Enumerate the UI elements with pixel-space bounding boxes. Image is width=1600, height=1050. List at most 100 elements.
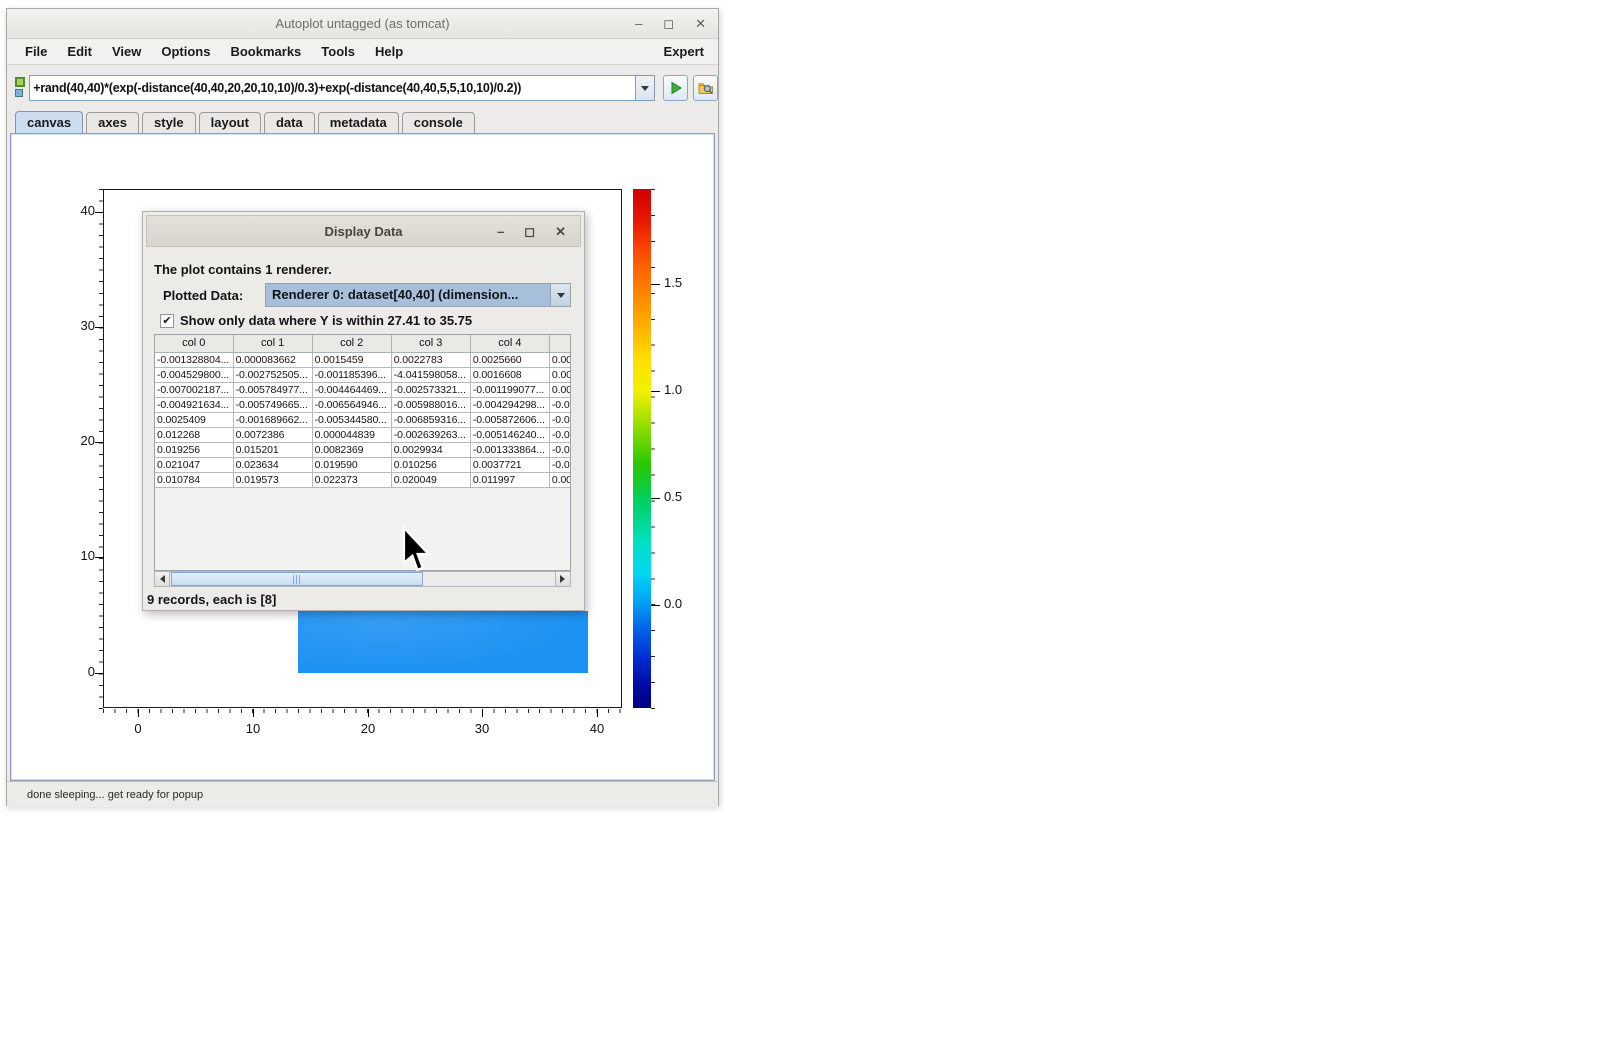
table-cell[interactable]: 0.0016608 xyxy=(470,367,549,382)
table-cell[interactable]: 0.021047 xyxy=(155,457,233,472)
table-row[interactable]: -0.004529800...-0.002752505...-0.0011853… xyxy=(155,367,571,382)
table-row[interactable]: 0.0122680.00723860.000044839-0.002639263… xyxy=(155,427,571,442)
table-cell[interactable]: -0.005344580... xyxy=(312,412,391,427)
tab-data[interactable]: data xyxy=(264,112,315,133)
menu-bookmarks[interactable]: Bookmarks xyxy=(220,44,311,59)
y-filter-checkbox[interactable]: ✔ xyxy=(160,314,174,328)
table-cell[interactable]: -0.004464469... xyxy=(312,382,391,397)
menu-edit[interactable]: Edit xyxy=(57,44,102,59)
menu-file[interactable]: File xyxy=(15,44,57,59)
column-header[interactable] xyxy=(549,335,571,352)
column-header[interactable]: col 1 xyxy=(233,335,312,352)
chevron-down-icon[interactable] xyxy=(635,76,654,100)
close-icon[interactable]: ✕ xyxy=(555,226,566,238)
dialog-titlebar[interactable]: Display Data – ◻ ✕ xyxy=(146,215,581,247)
table-cell[interactable]: 0.00 xyxy=(549,352,571,367)
scrollbar-thumb[interactable] xyxy=(171,572,423,586)
plot-canvas[interactable]: 40 30 20 10 0 0 10 20 30 40 1.5 1.0 0.5 … xyxy=(10,133,715,781)
table-cell[interactable]: -0.0 xyxy=(549,427,571,442)
table-cell[interactable]: 0.0082369 xyxy=(312,442,391,457)
menu-tools[interactable]: Tools xyxy=(311,44,365,59)
chevron-down-icon[interactable] xyxy=(550,284,570,306)
table-cell[interactable]: -0.002639263... xyxy=(391,427,470,442)
table-row[interactable]: 0.0025409-0.001689662...-0.005344580...-… xyxy=(155,412,571,427)
table-cell[interactable]: 0.000083662 xyxy=(233,352,312,367)
column-header[interactable]: col 2 xyxy=(312,335,391,352)
table-cell[interactable]: -0.0 xyxy=(549,457,571,472)
table-cell[interactable]: -0.001328804... xyxy=(155,352,233,367)
table-cell[interactable]: -0.002573321... xyxy=(391,382,470,397)
table-cell[interactable]: -0.006859316... xyxy=(391,412,470,427)
minimize-icon[interactable]: – xyxy=(635,18,642,30)
table-cell[interactable]: 0.00 xyxy=(549,472,571,487)
tab-layout[interactable]: layout xyxy=(199,112,261,133)
table-cell[interactable]: 0.0029934 xyxy=(391,442,470,457)
close-icon[interactable]: ✕ xyxy=(695,18,706,30)
maximize-icon[interactable]: ◻ xyxy=(524,226,535,238)
go-button[interactable] xyxy=(663,75,688,101)
table-cell[interactable]: 0.015201 xyxy=(233,442,312,457)
column-header[interactable]: col 0 xyxy=(155,335,233,352)
minimize-icon[interactable]: – xyxy=(497,226,504,238)
horizontal-scrollbar[interactable] xyxy=(154,571,571,587)
table-cell[interactable]: -0.005988016... xyxy=(391,397,470,412)
table-cell[interactable]: 0.0037721 xyxy=(470,457,549,472)
table-row[interactable]: 0.0192560.0152010.00823690.0029934-0.001… xyxy=(155,442,571,457)
table-cell[interactable]: -0.002752505... xyxy=(233,367,312,382)
scroll-left-button[interactable] xyxy=(155,572,170,586)
menu-options[interactable]: Options xyxy=(151,44,220,59)
table-cell[interactable]: -0.001199077... xyxy=(470,382,549,397)
column-header[interactable]: col 3 xyxy=(391,335,470,352)
table-cell[interactable]: 0.000044839 xyxy=(312,427,391,442)
uri-combobox[interactable]: +rand(40,40)*(exp(-distance(40,40,20,20,… xyxy=(29,75,655,101)
table-cell[interactable]: -0.004529800... xyxy=(155,367,233,382)
scrollbar-track[interactable] xyxy=(170,572,555,586)
table-row[interactable]: -0.004921634...-0.005749665...-0.0065649… xyxy=(155,397,571,412)
table-cell[interactable]: -0.004921634... xyxy=(155,397,233,412)
table-cell[interactable]: -0.001333864... xyxy=(470,442,549,457)
table-cell[interactable]: 0.019573 xyxy=(233,472,312,487)
table-cell[interactable]: 0.0025409 xyxy=(155,412,233,427)
table-row[interactable]: 0.0107840.0195730.0223730.0200490.011997… xyxy=(155,472,571,487)
table-cell[interactable]: 0.022373 xyxy=(312,472,391,487)
table-cell[interactable]: 0.00 xyxy=(549,367,571,382)
table-row[interactable]: -0.001328804...0.0000836620.00154590.002… xyxy=(155,352,571,367)
maximize-icon[interactable]: ◻ xyxy=(663,18,674,30)
table-cell[interactable]: 0.0025660 xyxy=(470,352,549,367)
table-row[interactable]: -0.007002187...-0.005784977...-0.0044644… xyxy=(155,382,571,397)
window-titlebar[interactable]: Autoplot untagged (as tomcat) – ◻ ✕ xyxy=(7,9,718,39)
table-cell[interactable]: 0.019590 xyxy=(312,457,391,472)
menu-expert[interactable]: Expert xyxy=(664,44,710,59)
plotted-data-combobox[interactable]: Renderer 0: dataset[40,40] (dimension... xyxy=(265,283,571,307)
table-cell[interactable]: 0.010256 xyxy=(391,457,470,472)
data-table[interactable]: col 0col 1col 2col 3col 4 -0.001328804..… xyxy=(155,335,571,488)
table-cell[interactable]: 0.0072386 xyxy=(233,427,312,442)
tab-axes[interactable]: axes xyxy=(86,112,139,133)
table-cell[interactable]: -0.005872606... xyxy=(470,412,549,427)
table-cell[interactable]: 0.019256 xyxy=(155,442,233,457)
table-cell[interactable]: -0.006564946... xyxy=(312,397,391,412)
table-cell[interactable]: 0.010784 xyxy=(155,472,233,487)
table-cell[interactable]: -0.001185396... xyxy=(312,367,391,382)
table-cell[interactable]: -0.005146240... xyxy=(470,427,549,442)
table-cell[interactable]: 0.011997 xyxy=(470,472,549,487)
table-cell[interactable]: 0.012268 xyxy=(155,427,233,442)
table-cell[interactable]: 0.0022783 xyxy=(391,352,470,367)
table-cell[interactable]: -0.007002187... xyxy=(155,382,233,397)
column-header[interactable]: col 4 xyxy=(470,335,549,352)
scroll-right-button[interactable] xyxy=(555,572,570,586)
menu-view[interactable]: View xyxy=(102,44,151,59)
table-cell[interactable]: -0.0 xyxy=(549,397,571,412)
y-filter-label[interactable]: Show only data where Y is within 27.41 t… xyxy=(180,313,472,328)
table-cell[interactable]: 0.020049 xyxy=(391,472,470,487)
table-cell[interactable]: -0.0 xyxy=(549,412,571,427)
table-cell[interactable]: -0.005784977... xyxy=(233,382,312,397)
data-table-scrollpane[interactable]: col 0col 1col 2col 3col 4 -0.001328804..… xyxy=(154,334,571,571)
table-cell[interactable]: -0.0 xyxy=(549,442,571,457)
inspect-uri-button[interactable] xyxy=(693,75,718,101)
table-cell[interactable]: 0.00 xyxy=(549,382,571,397)
menu-help[interactable]: Help xyxy=(365,44,413,59)
tab-canvas[interactable]: canvas xyxy=(15,111,83,133)
table-cell[interactable]: -0.005749665... xyxy=(233,397,312,412)
tab-metadata[interactable]: metadata xyxy=(318,112,399,133)
